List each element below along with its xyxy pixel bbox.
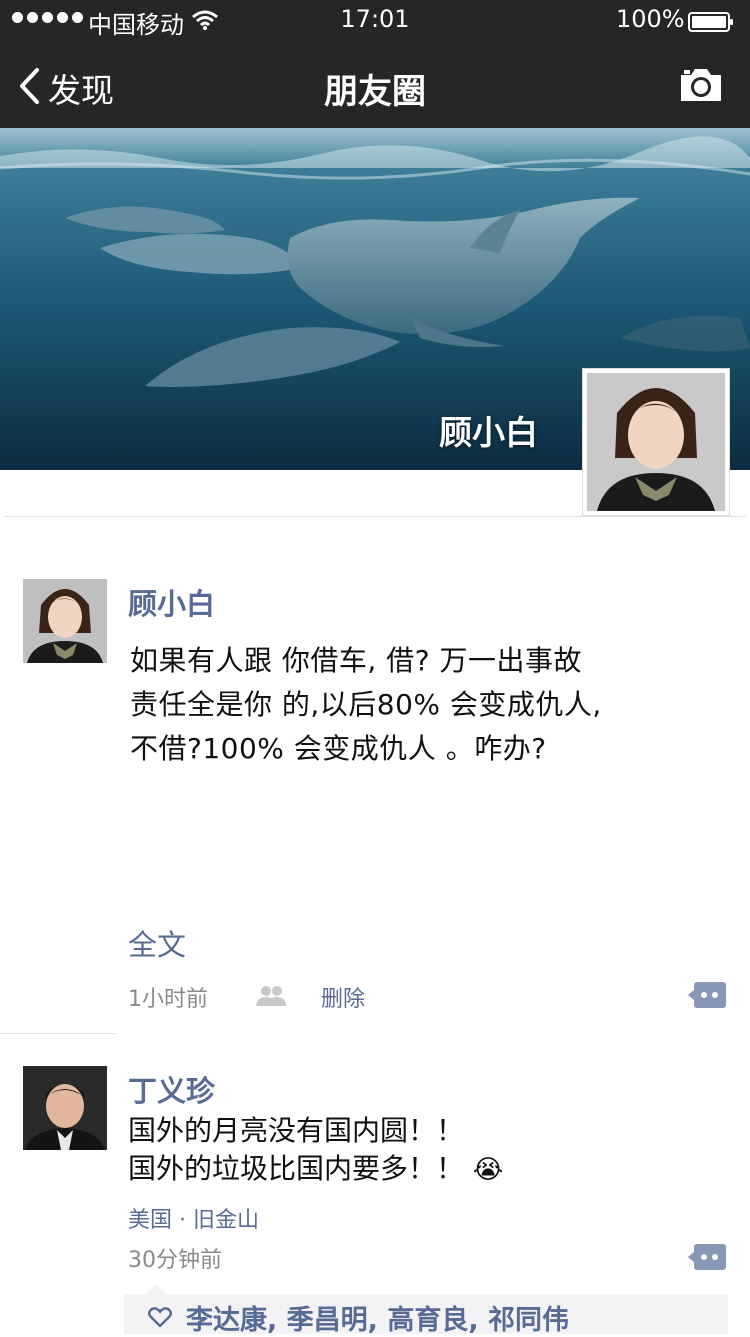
nav-bar: 发现 朋友圈 — [0, 40, 750, 128]
comment-button[interactable] — [688, 1244, 726, 1270]
battery-icon — [688, 10, 734, 32]
location-link[interactable]: 美国 · 旧金山 — [128, 1202, 259, 1234]
expand-full-text-link[interactable]: 全文 — [128, 922, 186, 964]
liked-by-names[interactable]: 李达康, 季昌明, 高育良, 祁同伟 — [186, 1298, 569, 1337]
divider — [4, 516, 746, 517]
likes-box: 李达康, 季昌明, 高育良, 祁同伟 — [124, 1284, 728, 1337]
post-avatar[interactable] — [23, 1066, 107, 1150]
cover-username: 顾小白 — [439, 413, 538, 452]
camera-button[interactable] — [678, 66, 724, 104]
friends-icon[interactable] — [255, 985, 287, 1011]
comment-button[interactable] — [688, 982, 726, 1008]
heart-icon — [148, 1306, 172, 1332]
crying-emoji: 😭 — [472, 1155, 504, 1185]
comment-icon — [688, 982, 726, 1012]
post-time: 30分钟前 — [128, 1248, 222, 1273]
post-avatar[interactable] — [23, 579, 107, 663]
delete-link[interactable]: 删除 — [321, 981, 365, 1013]
profile-avatar[interactable] — [582, 368, 730, 516]
post-text-body: 国外的月亮没有国内圆！！ 国外的垃圾比国内要多！！ — [128, 1114, 465, 1185]
page-title: 朋友圈 — [324, 72, 426, 112]
likes-arrow — [146, 1284, 166, 1294]
divider — [0, 1033, 116, 1034]
post-author[interactable]: 丁义珍 — [128, 1068, 215, 1110]
comment-icon — [688, 1244, 726, 1274]
camera-icon — [678, 69, 724, 108]
post-author[interactable]: 顾小白 — [128, 581, 215, 623]
post-text: 国外的月亮没有国内圆！！ 国外的垃圾比国内要多！！ 😭 — [128, 1112, 718, 1189]
post-time: 1小时前 — [128, 987, 208, 1012]
status-bar: 中国移动 17:01 100% — [0, 0, 750, 40]
battery-percent: 100% — [616, 5, 685, 33]
post-text: 如果有人跟 你借车, 借? 万一出事故 责任全是你 的,以后80% 会变成仇人,… — [130, 644, 602, 765]
